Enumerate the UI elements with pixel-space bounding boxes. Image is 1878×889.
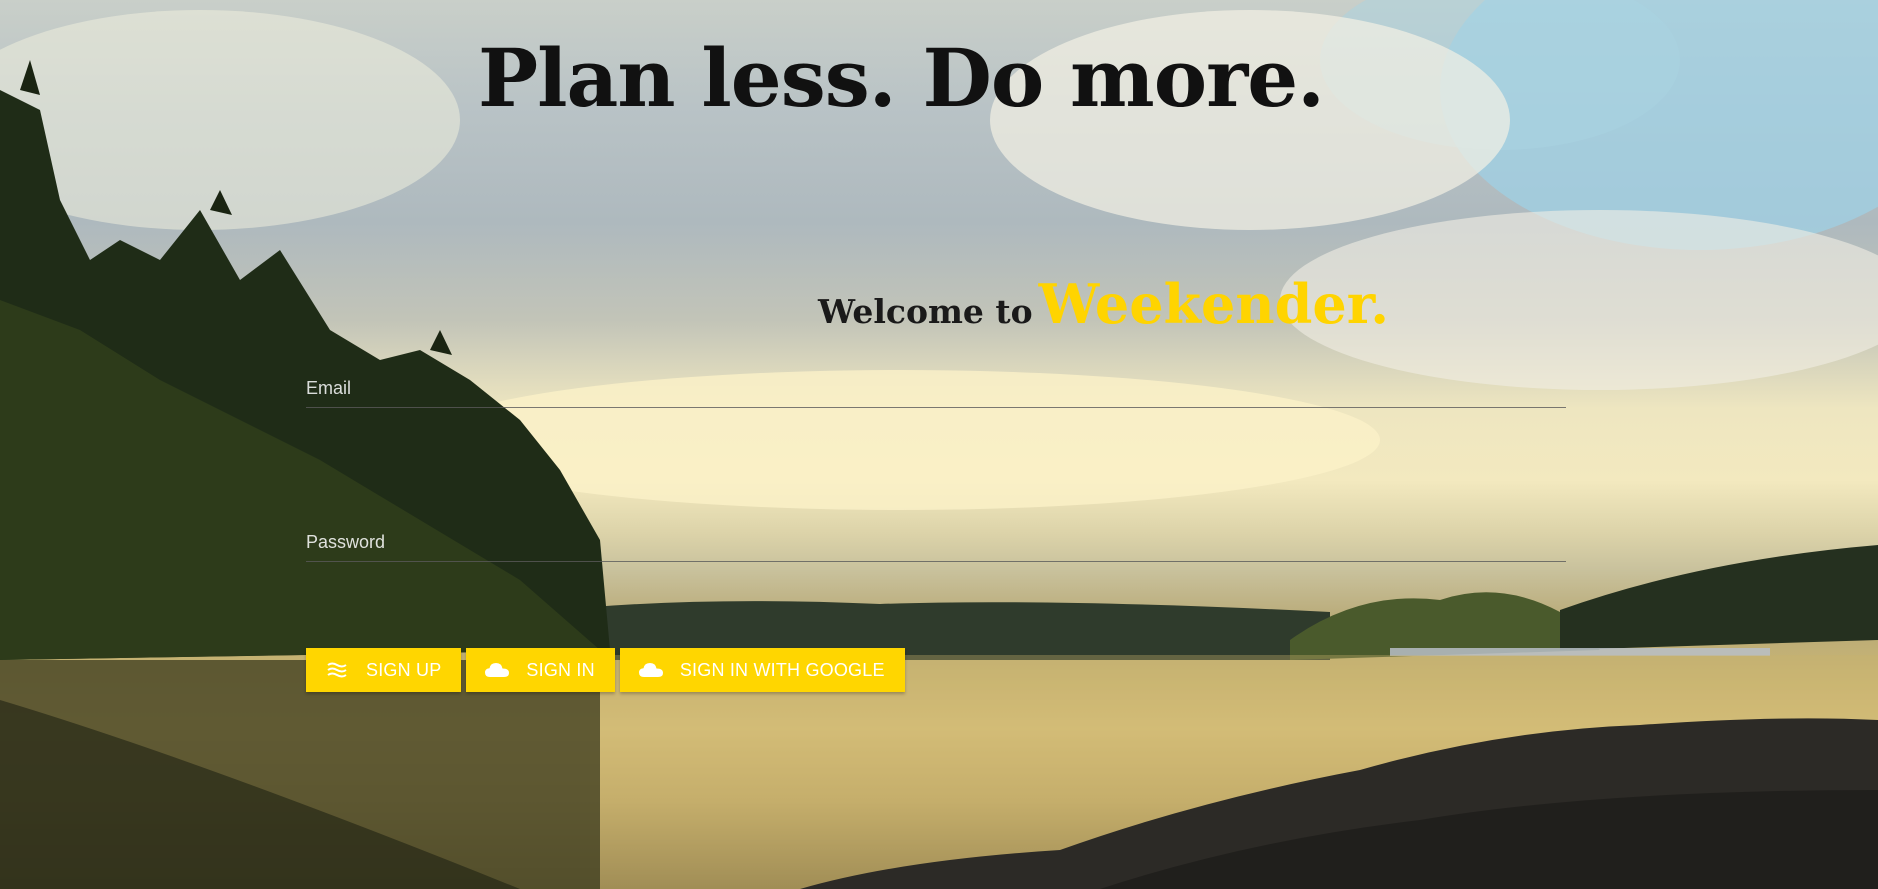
hero-headline: Plan less. Do more. [478, 31, 1325, 125]
lake-scenery [0, 0, 1878, 889]
welcome-prefix: Welcome to [818, 292, 1033, 331]
cloud-icon [638, 660, 664, 680]
email-field-wrapper [306, 378, 1566, 408]
password-field[interactable] [306, 532, 1566, 561]
waves-icon [324, 660, 350, 680]
sign-up-button[interactable]: SIGN UP [306, 648, 462, 692]
background-landscape [0, 0, 1878, 889]
auth-button-row: SIGN UP SIGN IN SIGN IN WITH GOOGLE [306, 648, 905, 692]
sign-in-button[interactable]: SIGN IN [466, 648, 615, 692]
welcome-heading: Welcome to Weekender. [818, 272, 1389, 336]
brand-name: Weekender. [1038, 272, 1390, 336]
cloud-icon [484, 660, 510, 680]
sign-in-google-button[interactable]: SIGN IN WITH GOOGLE [619, 648, 905, 692]
sign-up-label: SIGN UP [366, 659, 442, 680]
password-field-wrapper [306, 532, 1566, 562]
sign-in-google-label: SIGN IN WITH GOOGLE [679, 659, 885, 680]
sign-in-label: SIGN IN [526, 659, 595, 680]
email-field[interactable] [306, 378, 1566, 407]
